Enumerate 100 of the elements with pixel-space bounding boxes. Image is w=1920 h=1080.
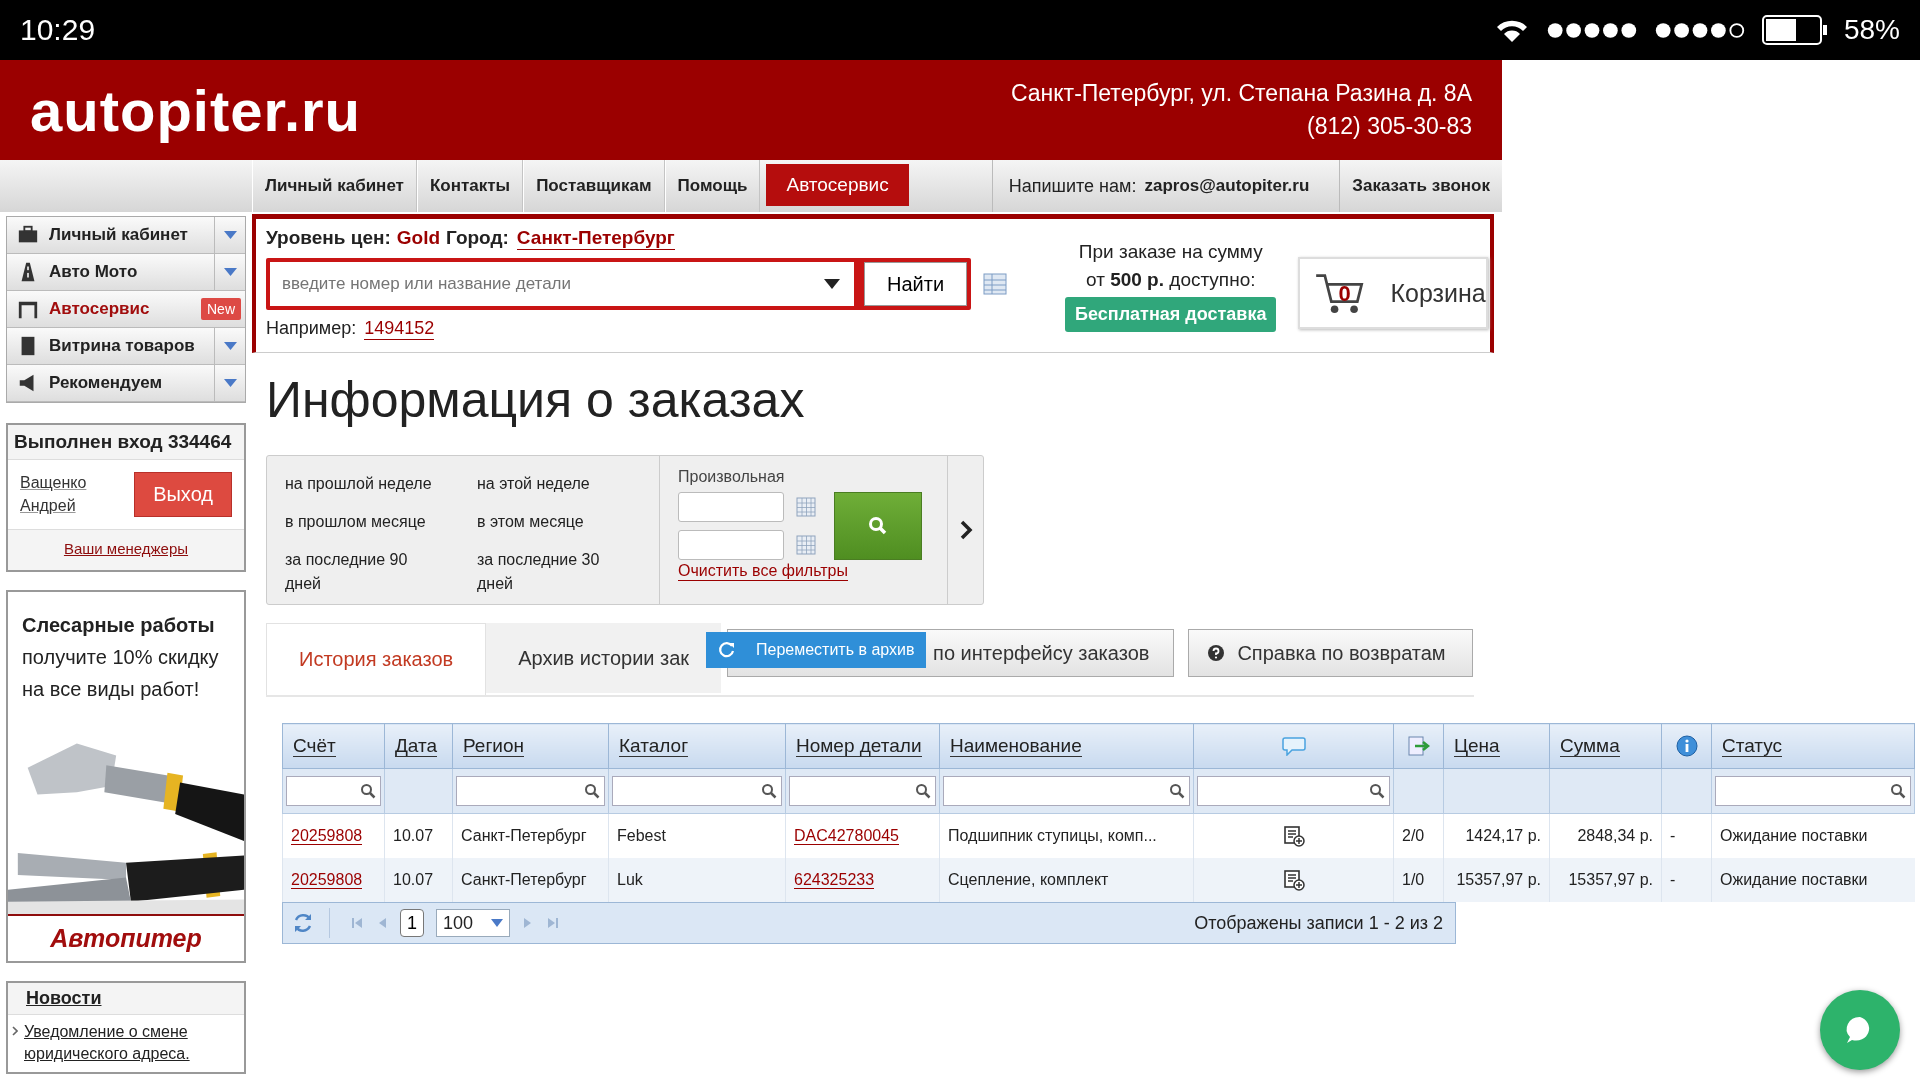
sidebar-menu-item[interactable]: Рекомендуем [7,365,245,402]
delivery-text: При заказе на сумму [1078,241,1263,263]
table-cell: Febest [617,827,666,844]
address-text: Санкт-Петербург, ул. Степана Разина д. 8А [1010,80,1472,107]
column-header[interactable]: Наименование [939,723,1194,769]
column-filter-field[interactable] [456,776,605,806]
logout-button[interactable]: Выход [134,472,232,517]
column-filter-field[interactable] [789,776,936,806]
sidebar-menu-item[interactable]: Автосервис New [7,291,245,328]
refresh-icon [718,641,736,659]
example-link[interactable]: 1494152 [364,318,435,340]
info-icon [1675,735,1698,757]
period-filter-link[interactable]: на прошлой неделе [285,472,442,496]
callback-link[interactable]: Заказать звонок [1339,160,1502,212]
caret-icon [223,379,237,387]
period-filter-link[interactable]: в этом месяце [477,510,617,534]
column-filter-field[interactable] [1715,776,1911,806]
tab[interactable]: Архив истории зак [486,623,722,693]
period-filter-link[interactable]: за последние 30 дней [477,548,617,596]
chat-button[interactable] [1820,990,1900,1070]
table-cell: 2848,34 р. [1577,827,1653,844]
search-button[interactable] [834,492,922,560]
clear-filters-link[interactable]: Очистить все фильтры [678,562,848,581]
sidebar-menu-item[interactable]: Личный кабинет [7,217,245,254]
column-filter-field[interactable] [943,776,1190,806]
table-link[interactable]: 20259808 [291,827,363,845]
nav-link[interactable]: Помощь [664,160,761,212]
page-size-select[interactable]: 100 [436,909,510,937]
page-number-field[interactable]: 1 [400,909,424,937]
last-page-icon[interactable] [546,916,560,930]
login-status: Выполнен вход 334464 [8,425,244,460]
table-cell: - [1670,871,1676,888]
column-header[interactable]: Статус [1711,723,1915,769]
column-header[interactable]: Счёт [282,723,385,769]
column-header[interactable]: Регион [452,723,609,769]
caret-icon [491,919,503,927]
column-filter-field[interactable] [286,776,381,806]
search-icon[interactable] [761,783,777,799]
period-filter-link[interactable]: за последние 90 дней [285,548,442,596]
table-cell: Санкт-Петербург [461,827,587,844]
period-filter-link[interactable]: в прошлом месяце [285,510,442,534]
help-icon [1207,644,1226,662]
date-field[interactable] [678,530,784,560]
caret-icon [223,342,237,350]
caret-icon [223,268,237,276]
table-cell: 10.07 [393,827,434,844]
column-header[interactable]: Каталог [608,723,786,769]
search-icon[interactable] [584,783,600,799]
calendar-icon[interactable] [796,497,816,517]
column-filter-field[interactable] [612,776,782,806]
table-cell: 15357,97 р. [1568,871,1653,888]
delivery-text: от 500 р. доступно: [1086,269,1256,291]
nav-link[interactable]: Контакты [416,160,524,212]
column-header[interactable]: Номер детали [785,723,940,769]
table-cell: Санкт-Петербург [461,871,587,888]
search-icon[interactable] [360,783,376,799]
calendar-icon[interactable] [796,535,816,555]
news-link[interactable]: Уведомление о смене юридического адреса. [24,1021,240,1066]
sidebar-menu-item[interactable]: Авто Мото [7,254,245,291]
promo-brand: Автопитер [49,923,203,954]
search-icon[interactable] [1369,783,1385,799]
column-header[interactable]: Сумма [1549,723,1662,769]
search-field[interactable]: введите номер или название детали [270,262,854,306]
custom-range-label: Произвольная [678,468,786,486]
clock-time: 10:29 [20,13,96,47]
site-logo[interactable]: autopiter.ru [30,76,362,144]
caret-icon[interactable] [824,279,840,289]
table-cell: Luk [617,871,643,888]
returns-help-button[interactable]: Справка по возвратам [1188,629,1473,677]
search-icon[interactable] [1890,783,1906,799]
sidebar-menu-item[interactable]: Витрина товаров [7,328,245,365]
page-title: Информация о заказах [266,371,806,429]
tab[interactable]: История заказов [266,623,487,695]
add-comment-icon[interactable] [1282,869,1305,891]
table-cell: 1424,17 р. [1465,827,1541,844]
table-cell: 10.07 [393,871,434,888]
promo-banner[interactable]: Слесарные работы получите 10% скидку на все виды работ! Автопитер [6,590,246,963]
table-icon[interactable] [983,273,1008,295]
first-page-icon[interactable] [350,916,364,930]
search-icon[interactable] [915,783,931,799]
nav-link[interactable]: Личный кабинет [252,160,417,212]
chevron-right-icon[interactable] [958,519,973,541]
search-icon[interactable] [1169,783,1185,799]
add-comment-icon[interactable] [1282,825,1305,847]
table-link[interactable]: DAC42780045 [794,827,899,845]
contact-email[interactable]: zapros@autopiter.ru [1136,160,1340,212]
column-header[interactable]: Цена [1443,723,1550,769]
nav-link[interactable]: Автосервис [766,164,909,206]
nav-link[interactable]: Поставщикам [523,160,665,212]
city-link[interactable]: Санкт-Петербург [516,227,675,250]
cart-button[interactable]: 0 Корзина [1298,257,1488,329]
period-filter-link[interactable]: на этой неделе [477,472,617,496]
table-cell: Подшипник ступицы, комп... [948,827,1157,844]
user-name-link[interactable]: Ващенко Андрей [20,472,100,517]
column-header[interactable]: Дата [384,723,453,769]
column-filter-field[interactable] [1197,776,1390,806]
date-field[interactable] [678,492,784,522]
price-level-value: Gold [396,227,441,249]
battery-percent: 58% [1843,14,1900,46]
find-button[interactable]: Найти [864,262,968,306]
